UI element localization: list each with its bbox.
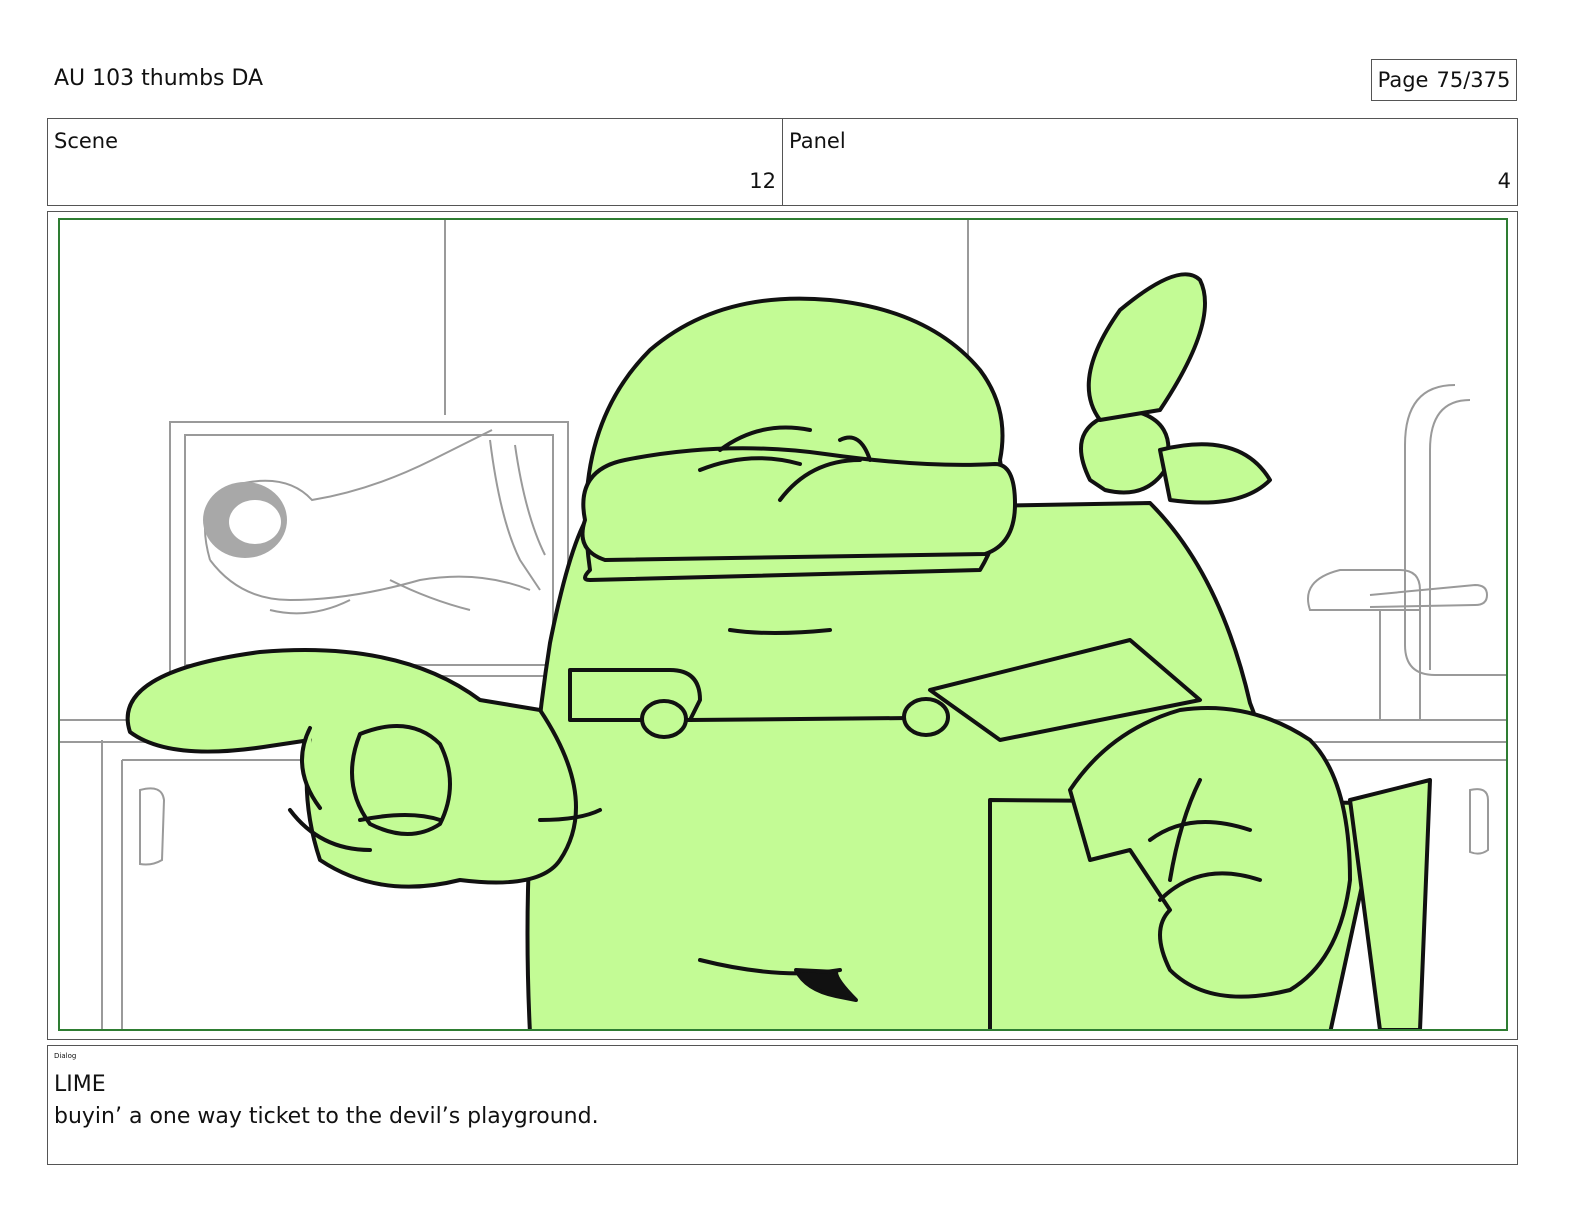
scene-number: 12	[749, 169, 776, 193]
scene-label: Scene	[54, 129, 119, 153]
scene-cell: Scene 12	[48, 119, 782, 205]
dialog-label: Dialog	[54, 1052, 77, 1060]
dialog-line-text: buyin’ a one way ticket to the devil’s p…	[54, 1104, 599, 1129]
panel-number: 4	[1497, 169, 1511, 193]
storyboard-title: AU 103 thumbs DA	[54, 66, 264, 91]
scene-panel-info: Scene 12 Panel 4	[47, 118, 1518, 206]
panel-cell: Panel 4	[782, 119, 1517, 205]
dialog-character-name: LIME	[54, 1072, 106, 1097]
panel-label: Panel	[789, 129, 846, 153]
storyboard-drawing	[58, 218, 1508, 1031]
page-label: Page	[1377, 68, 1429, 92]
dialog-box: Dialog LIME buyin’ a one way ticket to t…	[47, 1045, 1518, 1165]
panel-illustration	[60, 220, 1506, 1029]
page-number: 75/375	[1436, 68, 1511, 92]
page-indicator: Page 75/375	[1371, 59, 1517, 101]
lime-character	[125, 272, 1432, 1029]
